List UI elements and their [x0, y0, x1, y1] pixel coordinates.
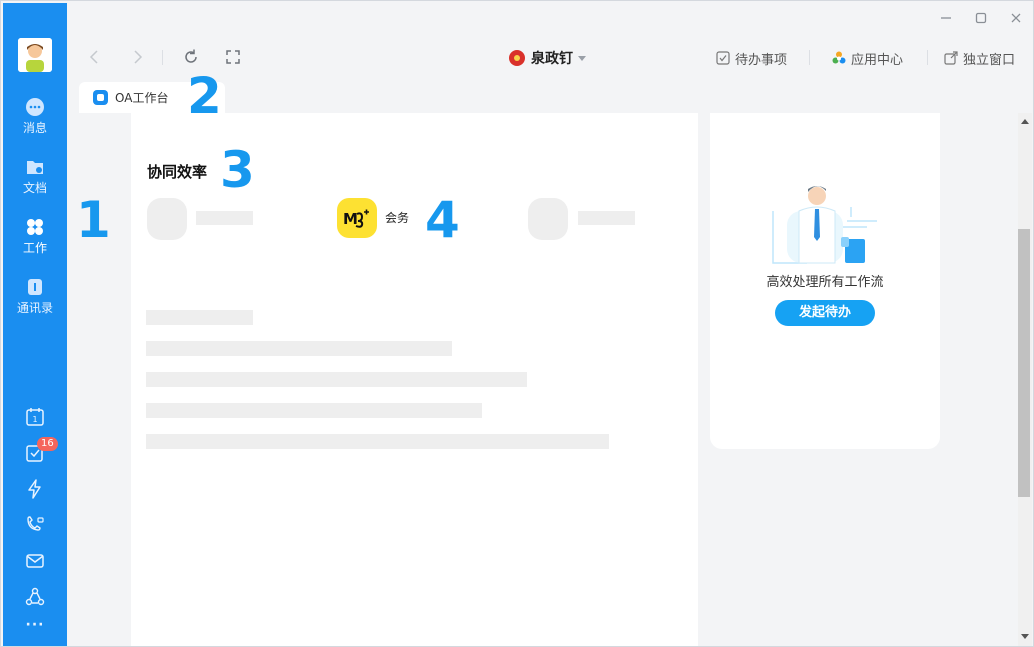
promo-text: 高效处理所有工作流 [766, 275, 884, 290]
window-link[interactable]: 独立窗口 [944, 48, 1015, 68]
app-center-label: 应用中心 [851, 52, 904, 68]
section-title: 协同效率 [147, 163, 208, 181]
app-placeholder-label [196, 211, 253, 225]
sidebar-item-label: 文档 [22, 181, 47, 195]
minimize-icon[interactable] [939, 11, 953, 25]
todo-label: 待办事项 [735, 52, 788, 68]
calendar-icon[interactable]: 1 [25, 407, 45, 427]
meeting-app-icon[interactable]: M [337, 198, 377, 238]
loading-placeholder-line [146, 310, 253, 325]
sidebar-item-contacts[interactable]: 通讯录 [3, 273, 67, 329]
scrollbar-thumb[interactable] [1018, 229, 1030, 497]
annotation-2: 2 [187, 67, 222, 125]
lightning-icon[interactable] [25, 479, 45, 499]
window-label: 独立窗口 [963, 52, 1016, 68]
maximize-icon[interactable] [974, 11, 988, 25]
app-window: 消息 文档 工作 通讯录 1 16 ··· 泉政钉 待办事项 应用中心 独立窗口… [0, 0, 1034, 647]
loading-placeholder-line [146, 434, 609, 449]
annotation-3: 3 [220, 141, 255, 199]
annotation-4: 4 [425, 191, 460, 249]
sidebar-item-label: 工作 [22, 241, 47, 255]
sidebar-item-documents[interactable]: 文档 [3, 153, 67, 209]
create-todo-button[interactable]: 发起待办 [775, 300, 875, 326]
org-switcher[interactable]: 泉政钉 [509, 47, 586, 69]
toolbar-divider [162, 50, 163, 65]
annotation-1: 1 [76, 191, 111, 249]
app-placeholder-icon [147, 198, 187, 240]
scroll-up-icon[interactable] [1021, 119, 1029, 124]
app-placeholder-label [578, 211, 635, 225]
sidebar-item-label: 消息 [22, 121, 47, 135]
org-name: 泉政钉 [531, 51, 573, 67]
org-structure-icon[interactable] [25, 587, 45, 607]
contacts-icon [28, 279, 42, 295]
app-center-icon [832, 51, 846, 64]
sidebar-item-messages[interactable]: 消息 [3, 93, 67, 149]
close-icon[interactable] [1009, 11, 1023, 25]
todo-check-icon [716, 51, 730, 65]
todo-badge: 16 [37, 437, 58, 451]
loading-placeholder-line [146, 372, 527, 387]
toolbar-divider [927, 50, 928, 65]
todo-link[interactable]: 待办事项 [716, 48, 787, 68]
mail-icon[interactable] [25, 551, 45, 571]
app-logo: M [343, 210, 358, 228]
external-window-icon [944, 51, 958, 65]
loading-placeholder-line [146, 403, 482, 418]
loading-placeholder-line [146, 341, 452, 356]
svg-text:1: 1 [32, 415, 37, 424]
workbench-icon [93, 90, 108, 105]
toolbar-divider [809, 50, 810, 65]
scroll-down-icon[interactable] [1021, 634, 1029, 639]
app-placeholder-icon [528, 198, 568, 240]
document-icon [27, 161, 43, 174]
back-icon[interactable] [86, 48, 104, 66]
meeting-app-name[interactable]: 会务 [385, 209, 409, 226]
businessman-illustration [772, 186, 877, 264]
more-icon[interactable]: ··· [3, 617, 67, 633]
sidebar: 消息 文档 工作 通讯录 1 16 ··· [3, 3, 67, 646]
avatar[interactable] [18, 38, 52, 72]
app-center-link[interactable]: 应用中心 [832, 48, 903, 68]
tab-label: OA工作台 [115, 91, 169, 105]
sidebar-item-label: 通讯录 [16, 301, 53, 315]
forward-icon[interactable] [128, 48, 146, 66]
work-icon [27, 219, 43, 235]
message-icon [26, 98, 44, 116]
refresh-icon[interactable] [182, 48, 200, 66]
fullscreen-icon[interactable] [224, 48, 242, 66]
chevron-down-icon [578, 55, 586, 61]
org-emblem-icon [509, 50, 525, 66]
video-call-icon[interactable] [25, 515, 45, 535]
sidebar-item-work[interactable]: 工作 [3, 213, 67, 269]
